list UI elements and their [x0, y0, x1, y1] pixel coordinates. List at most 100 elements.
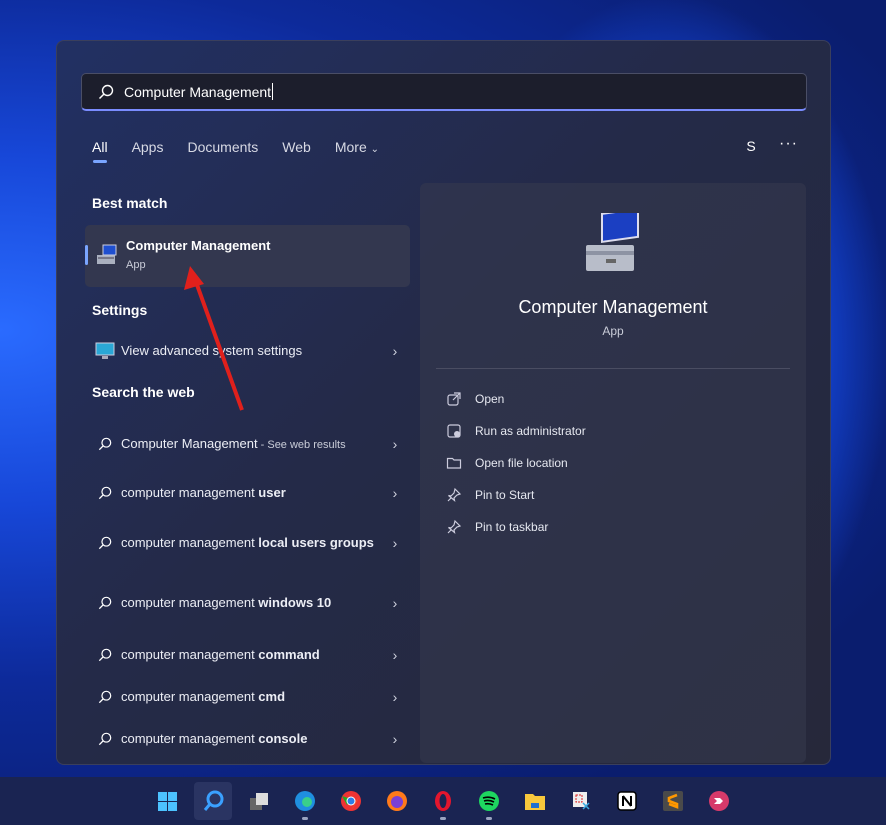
chevron-down-icon: ⌄	[370, 144, 380, 155]
search-icon	[203, 790, 224, 811]
screen-recorder-icon	[709, 791, 729, 811]
filter-tabs: All Apps Documents Web More ⌄	[92, 139, 379, 163]
action-label: Run as administrator	[475, 424, 586, 438]
search-icon	[98, 437, 112, 451]
tab-more[interactable]: More ⌄	[335, 139, 379, 155]
web-result-label: Computer Management - See web results	[121, 435, 346, 451]
action-label: Open	[475, 392, 505, 406]
sublime-text-icon	[663, 791, 683, 811]
web-result-item[interactable]: computer management user ›	[85, 481, 410, 505]
taskbar-chrome[interactable]	[332, 782, 370, 820]
web-heading: Search the web	[92, 384, 195, 400]
best-match-type: App	[126, 259, 146, 271]
details-title: Computer Management	[518, 297, 708, 317]
text-caret	[272, 83, 274, 100]
web-result-label: computer management console	[121, 731, 308, 746]
search-icon	[98, 690, 112, 704]
settings-item-label: View advanced system settings	[121, 343, 303, 358]
system-settings-icon	[95, 342, 115, 359]
pin-icon	[447, 519, 462, 535]
action-label: Pin to Start	[475, 488, 535, 502]
computer-management-icon	[97, 244, 117, 264]
details-pane: Computer Management App Open Run as admin…	[420, 183, 806, 763]
taskbar-spotify[interactable]	[470, 782, 508, 820]
taskbar-task-view[interactable]	[240, 782, 278, 820]
notion-icon	[617, 791, 637, 811]
taskbar-screen-recorder[interactable]	[700, 782, 738, 820]
chrome-icon	[341, 791, 361, 811]
details-type: App	[602, 324, 624, 338]
best-match-title: Computer Management	[126, 238, 271, 253]
tab-web[interactable]: Web	[282, 139, 311, 155]
shield-window-icon	[447, 424, 461, 438]
action-pin-to-start[interactable]: Pin to Start	[446, 487, 534, 503]
web-result-item[interactable]: computer management console ›	[85, 727, 410, 751]
task-view-icon	[250, 793, 268, 810]
chevron-right-icon[interactable]: ›	[380, 647, 410, 663]
chevron-right-icon[interactable]: ›	[380, 485, 410, 501]
web-result-item[interactable]: computer management local users groups ›	[85, 523, 410, 563]
best-match-item[interactable]: Computer Management App	[85, 225, 410, 287]
taskbar-opera[interactable]	[424, 782, 462, 820]
pin-icon	[447, 487, 462, 503]
action-open[interactable]: Open	[446, 391, 504, 407]
open-external-icon	[447, 392, 461, 406]
taskbar-snipping-tool[interactable]	[562, 782, 600, 820]
best-match-heading: Best match	[92, 195, 168, 211]
search-icon	[98, 486, 112, 500]
action-label: Open file location	[475, 456, 568, 470]
settings-item[interactable]: View advanced system settings ›	[85, 339, 410, 363]
search-icon	[98, 648, 112, 662]
search-icon	[98, 536, 112, 550]
taskbar-start[interactable]	[148, 782, 186, 820]
opera-icon	[435, 791, 451, 811]
edge-icon	[295, 791, 315, 811]
chevron-right-icon[interactable]: ›	[380, 731, 410, 747]
folder-icon	[446, 457, 462, 469]
web-result-item[interactable]: Computer Management - See web results ›	[85, 424, 410, 464]
tab-apps[interactable]: Apps	[132, 139, 164, 155]
chevron-right-icon[interactable]: ›	[380, 595, 410, 611]
web-result-item[interactable]: computer management command ›	[85, 643, 410, 667]
running-indicator	[302, 817, 308, 820]
web-result-item[interactable]: computer management windows 10 ›	[85, 583, 410, 623]
taskbar-file-explorer[interactable]	[516, 782, 554, 820]
tab-documents[interactable]: Documents	[187, 139, 258, 155]
computer-management-large-icon	[586, 213, 639, 271]
divider	[436, 368, 790, 369]
start-icon	[158, 792, 177, 811]
web-result-label: computer management user	[121, 485, 286, 500]
web-result-label: computer management windows 10	[121, 595, 332, 610]
chevron-right-icon[interactable]: ›	[380, 436, 410, 452]
account-avatar[interactable]: S	[740, 135, 762, 157]
action-label: Pin to taskbar	[475, 520, 549, 534]
web-result-label: computer management local users groups	[121, 535, 374, 550]
web-result-label: computer management command	[121, 647, 320, 662]
running-indicator	[486, 817, 492, 820]
file-explorer-icon	[525, 794, 545, 810]
action-open-file-location[interactable]: Open file location	[446, 455, 568, 471]
firefox-icon	[387, 791, 407, 811]
web-result-item[interactable]: computer management cmd ›	[85, 685, 410, 709]
taskbar-edge[interactable]	[286, 782, 324, 820]
spotify-icon	[479, 791, 499, 811]
action-run-as-administrator[interactable]: Run as administrator	[446, 423, 586, 439]
chevron-right-icon: ›	[392, 343, 398, 359]
settings-heading: Settings	[92, 302, 148, 318]
taskbar-firefox[interactable]	[378, 782, 416, 820]
snipping-tool-icon	[573, 792, 590, 810]
more-options-button[interactable]: ···	[779, 135, 798, 153]
search-icon	[98, 84, 114, 99]
taskbar-notion[interactable]	[608, 782, 646, 820]
search-input[interactable]: Computer Management	[81, 73, 807, 111]
taskbar	[0, 777, 886, 825]
action-pin-to-taskbar[interactable]: Pin to taskbar	[446, 519, 548, 535]
tab-all[interactable]: All	[92, 139, 108, 163]
chevron-right-icon[interactable]: ›	[380, 689, 410, 705]
start-search-panel: Computer Management All Apps Documents W…	[56, 40, 831, 765]
taskbar-sublime-text[interactable]	[654, 782, 692, 820]
search-text: Computer Management	[124, 83, 272, 100]
search-icon	[98, 596, 112, 610]
taskbar-search[interactable]	[194, 782, 232, 820]
chevron-right-icon[interactable]: ›	[380, 535, 410, 551]
